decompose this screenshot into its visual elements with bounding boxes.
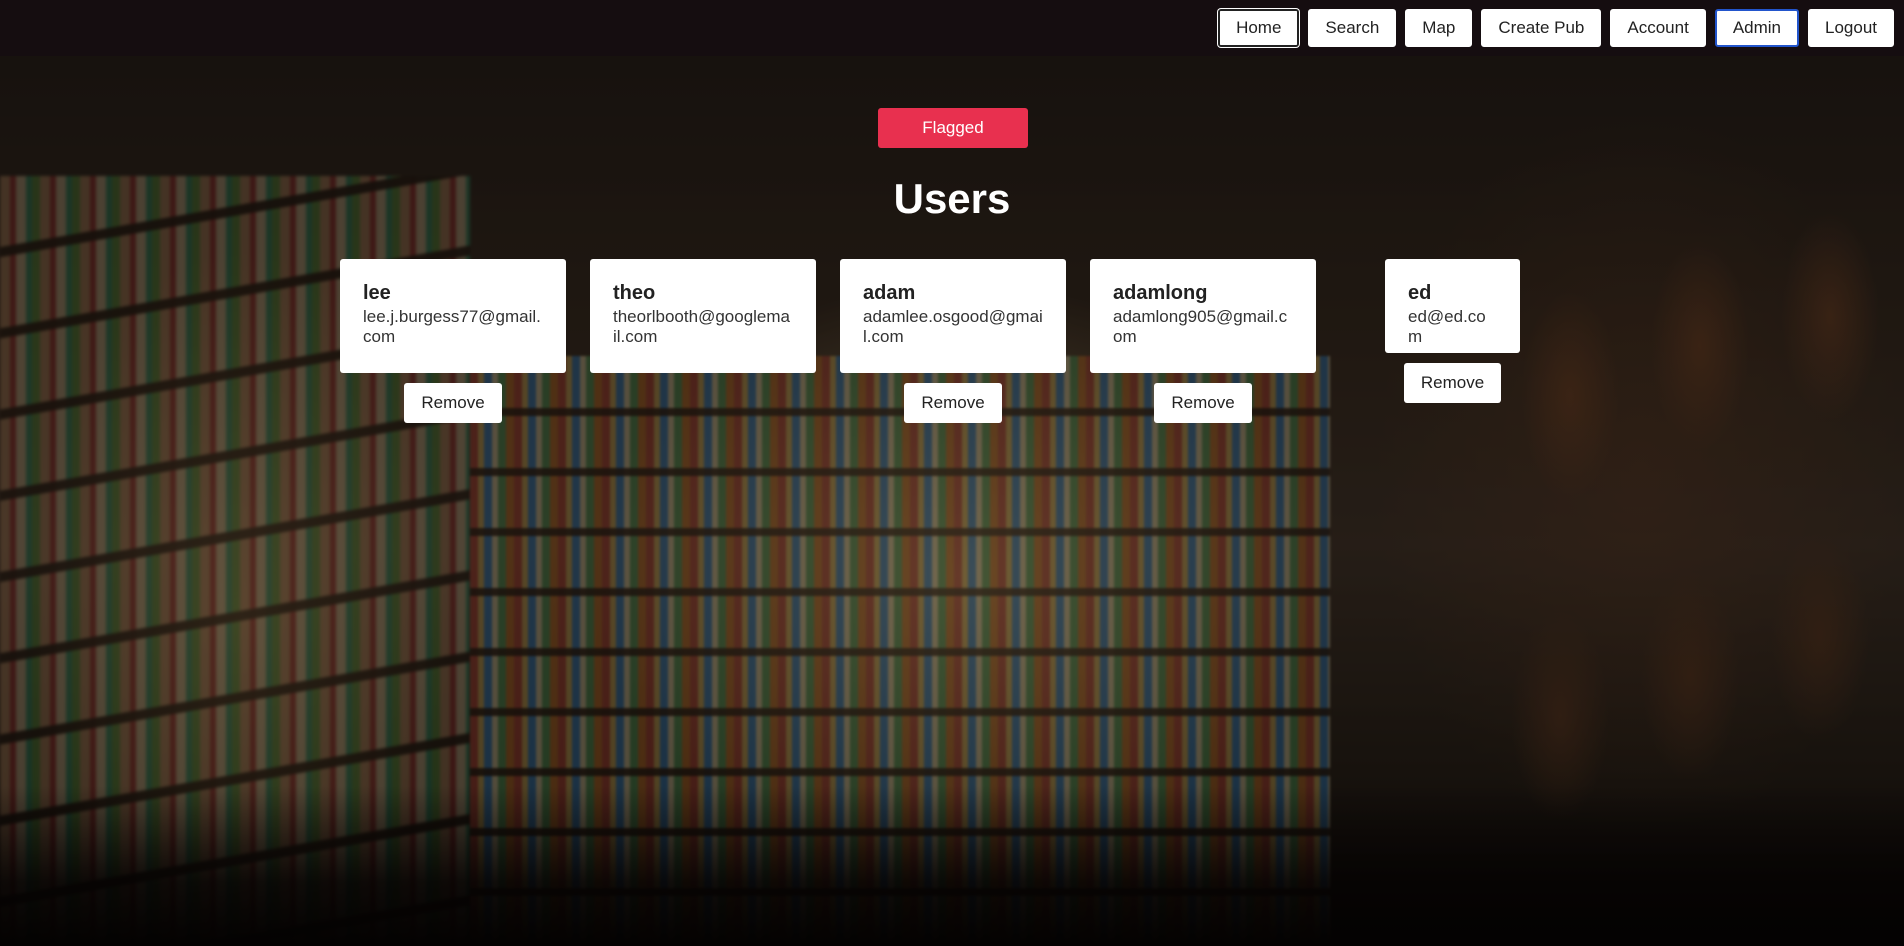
user-email: ed@ed.com — [1408, 307, 1486, 346]
page-title: Users — [893, 175, 1011, 222]
user-item-adam: adam adamlee.osgood@gmail.com Remove — [840, 259, 1066, 423]
user-card: adamlong adamlong905@gmail.com — [1090, 259, 1316, 373]
user-name: adam — [863, 282, 916, 304]
remove-user-button[interactable]: Remove — [1154, 383, 1252, 423]
user-email: adamlee.osgood@gmail.com — [863, 307, 1043, 346]
remove-user-button[interactable]: Remove — [904, 383, 1002, 423]
user-email: adamlong905@gmail.com — [1113, 307, 1288, 346]
user-item-adamlong: adamlong adamlong905@gmail.com Remove — [1090, 259, 1316, 423]
top-navbar: Home Search Map Create Pub Account Admin… — [0, 0, 1904, 56]
nav-map-button[interactable]: Map — [1405, 9, 1473, 47]
user-item-ed: ed ed@ed.com Remove — [1385, 259, 1520, 403]
user-card: ed ed@ed.com — [1385, 259, 1520, 353]
user-name: theo — [613, 282, 656, 304]
nav-search-button[interactable]: Search — [1308, 9, 1397, 47]
user-item-lee: lee lee.j.burgess77@gmail.com Remove — [340, 259, 566, 423]
user-card: adam adamlee.osgood@gmail.com — [840, 259, 1066, 373]
nav-button-list: Home Search Map Create Pub Account Admin… — [1218, 9, 1894, 47]
remove-user-button[interactable]: Remove — [404, 383, 502, 423]
nav-home-button[interactable]: Home — [1218, 9, 1300, 47]
nav-logout-button[interactable]: Logout — [1808, 9, 1894, 47]
user-name: lee — [363, 282, 391, 304]
user-card: theo theorlbooth@googlemail.com — [590, 259, 816, 373]
user-email: theorlbooth@googlemail.com — [613, 307, 790, 346]
remove-user-button[interactable]: Remove — [1403, 363, 1502, 403]
nav-admin-button[interactable]: Admin — [1714, 9, 1799, 47]
user-card: lee lee.j.burgess77@gmail.com — [340, 259, 566, 373]
user-name: adamlong — [1113, 282, 1208, 304]
admin-main-content: Flagged Users lee lee.j.burgess77@gmail.… — [0, 56, 1904, 946]
user-item-theo: theo theorlbooth@googlemail.com — [590, 259, 816, 373]
flagged-button[interactable]: Flagged — [878, 108, 1028, 148]
nav-create-pub-button[interactable]: Create Pub — [1481, 9, 1602, 47]
user-email: lee.j.burgess77@gmail.com — [363, 307, 541, 346]
nav-account-button[interactable]: Account — [1610, 9, 1706, 47]
user-name: ed — [1408, 282, 1432, 304]
